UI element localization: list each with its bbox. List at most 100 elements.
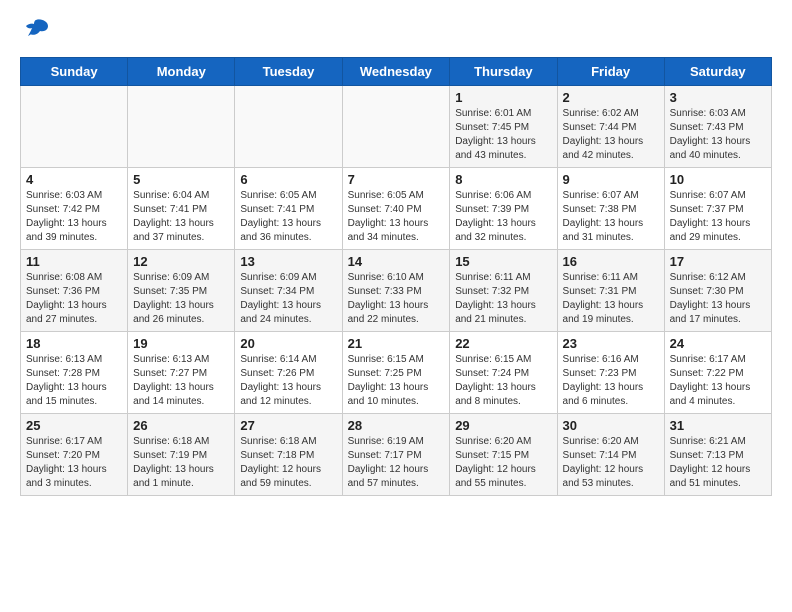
- day-info: Sunrise: 6:14 AM Sunset: 7:26 PM Dayligh…: [240, 353, 336, 409]
- calendar-cell: 29Sunrise: 6:20 AM Sunset: 7:15 PM Dayli…: [450, 414, 557, 496]
- day-info: Sunrise: 6:20 AM Sunset: 7:14 PM Dayligh…: [563, 435, 659, 491]
- day-info: Sunrise: 6:05 AM Sunset: 7:41 PM Dayligh…: [240, 189, 336, 245]
- day-number: 14: [348, 254, 445, 269]
- day-number: 19: [133, 336, 229, 351]
- calendar-cell: 22 Sunrise: 6:15 AM Sunset: 7:24 PM Dayli…: [450, 332, 557, 414]
- day-number: 25: [26, 418, 122, 433]
- day-number: 20: [240, 336, 336, 351]
- calendar-cell: 2 Sunrise: 6:02 AM Sunset: 7:44 PM Daylig…: [557, 86, 664, 168]
- calendar-cell: 7 Sunrise: 6:05 AM Sunset: 7:40 PM Daylig…: [342, 168, 450, 250]
- day-number: 22: [455, 336, 551, 351]
- day-info: Sunrise: 6:09 AM Sunset: 7:35 PM Dayligh…: [133, 271, 229, 327]
- day-number: 23: [563, 336, 659, 351]
- day-info: Sunrise: 6:02 AM Sunset: 7:44 PM Dayligh…: [563, 107, 659, 163]
- day-header-thursday: Thursday: [450, 58, 557, 86]
- calendar-cell: 11 Sunrise: 6:08 AM Sunset: 7:36 PM Dayli…: [21, 250, 128, 332]
- calendar-cell: [342, 86, 450, 168]
- logo: [20, 20, 50, 47]
- day-header-sunday: Sunday: [21, 58, 128, 86]
- calendar-cell: 26 Sunrise: 6:18 AM Sunset: 7:19 PM Dayli…: [128, 414, 235, 496]
- day-header-monday: Monday: [128, 58, 235, 86]
- calendar-cell: 12 Sunrise: 6:09 AM Sunset: 7:35 PM Dayli…: [128, 250, 235, 332]
- day-info: Sunrise: 6:18 AM Sunset: 7:19 PM Dayligh…: [133, 435, 229, 491]
- day-number: 4: [26, 172, 122, 187]
- day-info: Sunrise: 6:13 AM Sunset: 7:28 PM Dayligh…: [26, 353, 122, 409]
- calendar-week-1: 1Sunrise: 6:01 AM Sunset: 7:45 PM Daylig…: [21, 86, 772, 168]
- calendar-cell: 9Sunrise: 6:07 AM Sunset: 7:38 PM Daylig…: [557, 168, 664, 250]
- calendar-cell: 23 Sunrise: 6:16 AM Sunset: 7:23 PM Dayli…: [557, 332, 664, 414]
- day-info: Sunrise: 6:05 AM Sunset: 7:40 PM Dayligh…: [348, 189, 445, 245]
- day-number: 3: [670, 90, 766, 105]
- calendar-cell: 10 Sunrise: 6:07 AM Sunset: 7:37 PM Dayli…: [664, 168, 771, 250]
- day-number: 6: [240, 172, 336, 187]
- day-info: Sunrise: 6:17 AM Sunset: 7:20 PM Dayligh…: [26, 435, 122, 491]
- day-number: 26: [133, 418, 229, 433]
- calendar-cell: 13 Sunrise: 6:09 AM Sunset: 7:34 PM Dayli…: [235, 250, 342, 332]
- day-info: Sunrise: 6:21 AM Sunset: 7:13 PM Dayligh…: [670, 435, 766, 491]
- day-number: 9: [563, 172, 659, 187]
- day-number: 11: [26, 254, 122, 269]
- calendar-week-3: 11 Sunrise: 6:08 AM Sunset: 7:36 PM Dayli…: [21, 250, 772, 332]
- day-number: 28: [348, 418, 445, 433]
- day-info: Sunrise: 6:15 AM Sunset: 7:24 PM Dayligh…: [455, 353, 551, 409]
- day-info: Sunrise: 6:17 AM Sunset: 7:22 PM Dayligh…: [670, 353, 766, 409]
- day-number: 27: [240, 418, 336, 433]
- calendar-cell: 14 Sunrise: 6:10 AM Sunset: 7:33 PM Dayli…: [342, 250, 450, 332]
- calendar-cell: 15 Sunrise: 6:11 AM Sunset: 7:32 PM Dayli…: [450, 250, 557, 332]
- calendar-cell: 25 Sunrise: 6:17 AM Sunset: 7:20 PM Dayli…: [21, 414, 128, 496]
- day-info: Sunrise: 6:16 AM Sunset: 7:23 PM Dayligh…: [563, 353, 659, 409]
- calendar-cell: 27Sunrise: 6:18 AM Sunset: 7:18 PM Dayli…: [235, 414, 342, 496]
- day-number: 17: [670, 254, 766, 269]
- day-number: 24: [670, 336, 766, 351]
- page-header: [20, 20, 772, 47]
- calendar-cell: 4 Sunrise: 6:03 AM Sunset: 7:42 PM Daylig…: [21, 168, 128, 250]
- day-header-friday: Friday: [557, 58, 664, 86]
- day-info: Sunrise: 6:19 AM Sunset: 7:17 PM Dayligh…: [348, 435, 445, 491]
- calendar-cell: 20 Sunrise: 6:14 AM Sunset: 7:26 PM Dayli…: [235, 332, 342, 414]
- day-number: 13: [240, 254, 336, 269]
- calendar-cell: 8Sunrise: 6:06 AM Sunset: 7:39 PM Daylig…: [450, 168, 557, 250]
- day-number: 10: [670, 172, 766, 187]
- day-header-tuesday: Tuesday: [235, 58, 342, 86]
- day-info: Sunrise: 6:06 AM Sunset: 7:39 PM Dayligh…: [455, 189, 551, 245]
- day-number: 5: [133, 172, 229, 187]
- day-number: 7: [348, 172, 445, 187]
- day-number: 2: [563, 90, 659, 105]
- day-info: Sunrise: 6:11 AM Sunset: 7:32 PM Dayligh…: [455, 271, 551, 327]
- calendar-cell: 17Sunrise: 6:12 AM Sunset: 7:30 PM Dayli…: [664, 250, 771, 332]
- calendar-table: SundayMondayTuesdayWednesdayThursdayFrid…: [20, 57, 772, 496]
- day-number: 1: [455, 90, 551, 105]
- calendar-week-2: 4 Sunrise: 6:03 AM Sunset: 7:42 PM Daylig…: [21, 168, 772, 250]
- calendar-cell: 6 Sunrise: 6:05 AM Sunset: 7:41 PM Daylig…: [235, 168, 342, 250]
- logo-bird-icon: [22, 18, 50, 45]
- day-info: Sunrise: 6:03 AM Sunset: 7:43 PM Dayligh…: [670, 107, 766, 163]
- day-header-wednesday: Wednesday: [342, 58, 450, 86]
- day-number: 21: [348, 336, 445, 351]
- day-info: Sunrise: 6:08 AM Sunset: 7:36 PM Dayligh…: [26, 271, 122, 327]
- calendar-cell: 21 Sunrise: 6:15 AM Sunset: 7:25 PM Dayli…: [342, 332, 450, 414]
- day-number: 16: [563, 254, 659, 269]
- day-info: Sunrise: 6:20 AM Sunset: 7:15 PM Dayligh…: [455, 435, 551, 491]
- calendar-cell: 16Sunrise: 6:11 AM Sunset: 7:31 PM Dayli…: [557, 250, 664, 332]
- day-info: Sunrise: 6:03 AM Sunset: 7:42 PM Dayligh…: [26, 189, 122, 245]
- calendar-cell: [21, 86, 128, 168]
- day-info: Sunrise: 6:10 AM Sunset: 7:33 PM Dayligh…: [348, 271, 445, 327]
- day-info: Sunrise: 6:07 AM Sunset: 7:37 PM Dayligh…: [670, 189, 766, 245]
- day-number: 30: [563, 418, 659, 433]
- calendar-cell: 3 Sunrise: 6:03 AM Sunset: 7:43 PM Daylig…: [664, 86, 771, 168]
- day-info: Sunrise: 6:15 AM Sunset: 7:25 PM Dayligh…: [348, 353, 445, 409]
- calendar-cell: [235, 86, 342, 168]
- calendar-cell: 31Sunrise: 6:21 AM Sunset: 7:13 PM Dayli…: [664, 414, 771, 496]
- calendar-cell: 30 Sunrise: 6:20 AM Sunset: 7:14 PM Dayli…: [557, 414, 664, 496]
- calendar-cell: 24 Sunrise: 6:17 AM Sunset: 7:22 PM Dayli…: [664, 332, 771, 414]
- day-number: 12: [133, 254, 229, 269]
- calendar-cell: [128, 86, 235, 168]
- day-number: 15: [455, 254, 551, 269]
- day-info: Sunrise: 6:09 AM Sunset: 7:34 PM Dayligh…: [240, 271, 336, 327]
- calendar-cell: 5 Sunrise: 6:04 AM Sunset: 7:41 PM Daylig…: [128, 168, 235, 250]
- calendar-cell: 1Sunrise: 6:01 AM Sunset: 7:45 PM Daylig…: [450, 86, 557, 168]
- day-info: Sunrise: 6:04 AM Sunset: 7:41 PM Dayligh…: [133, 189, 229, 245]
- calendar-week-5: 25 Sunrise: 6:17 AM Sunset: 7:20 PM Dayli…: [21, 414, 772, 496]
- calendar-week-4: 18Sunrise: 6:13 AM Sunset: 7:28 PM Dayli…: [21, 332, 772, 414]
- calendar-cell: 18Sunrise: 6:13 AM Sunset: 7:28 PM Dayli…: [21, 332, 128, 414]
